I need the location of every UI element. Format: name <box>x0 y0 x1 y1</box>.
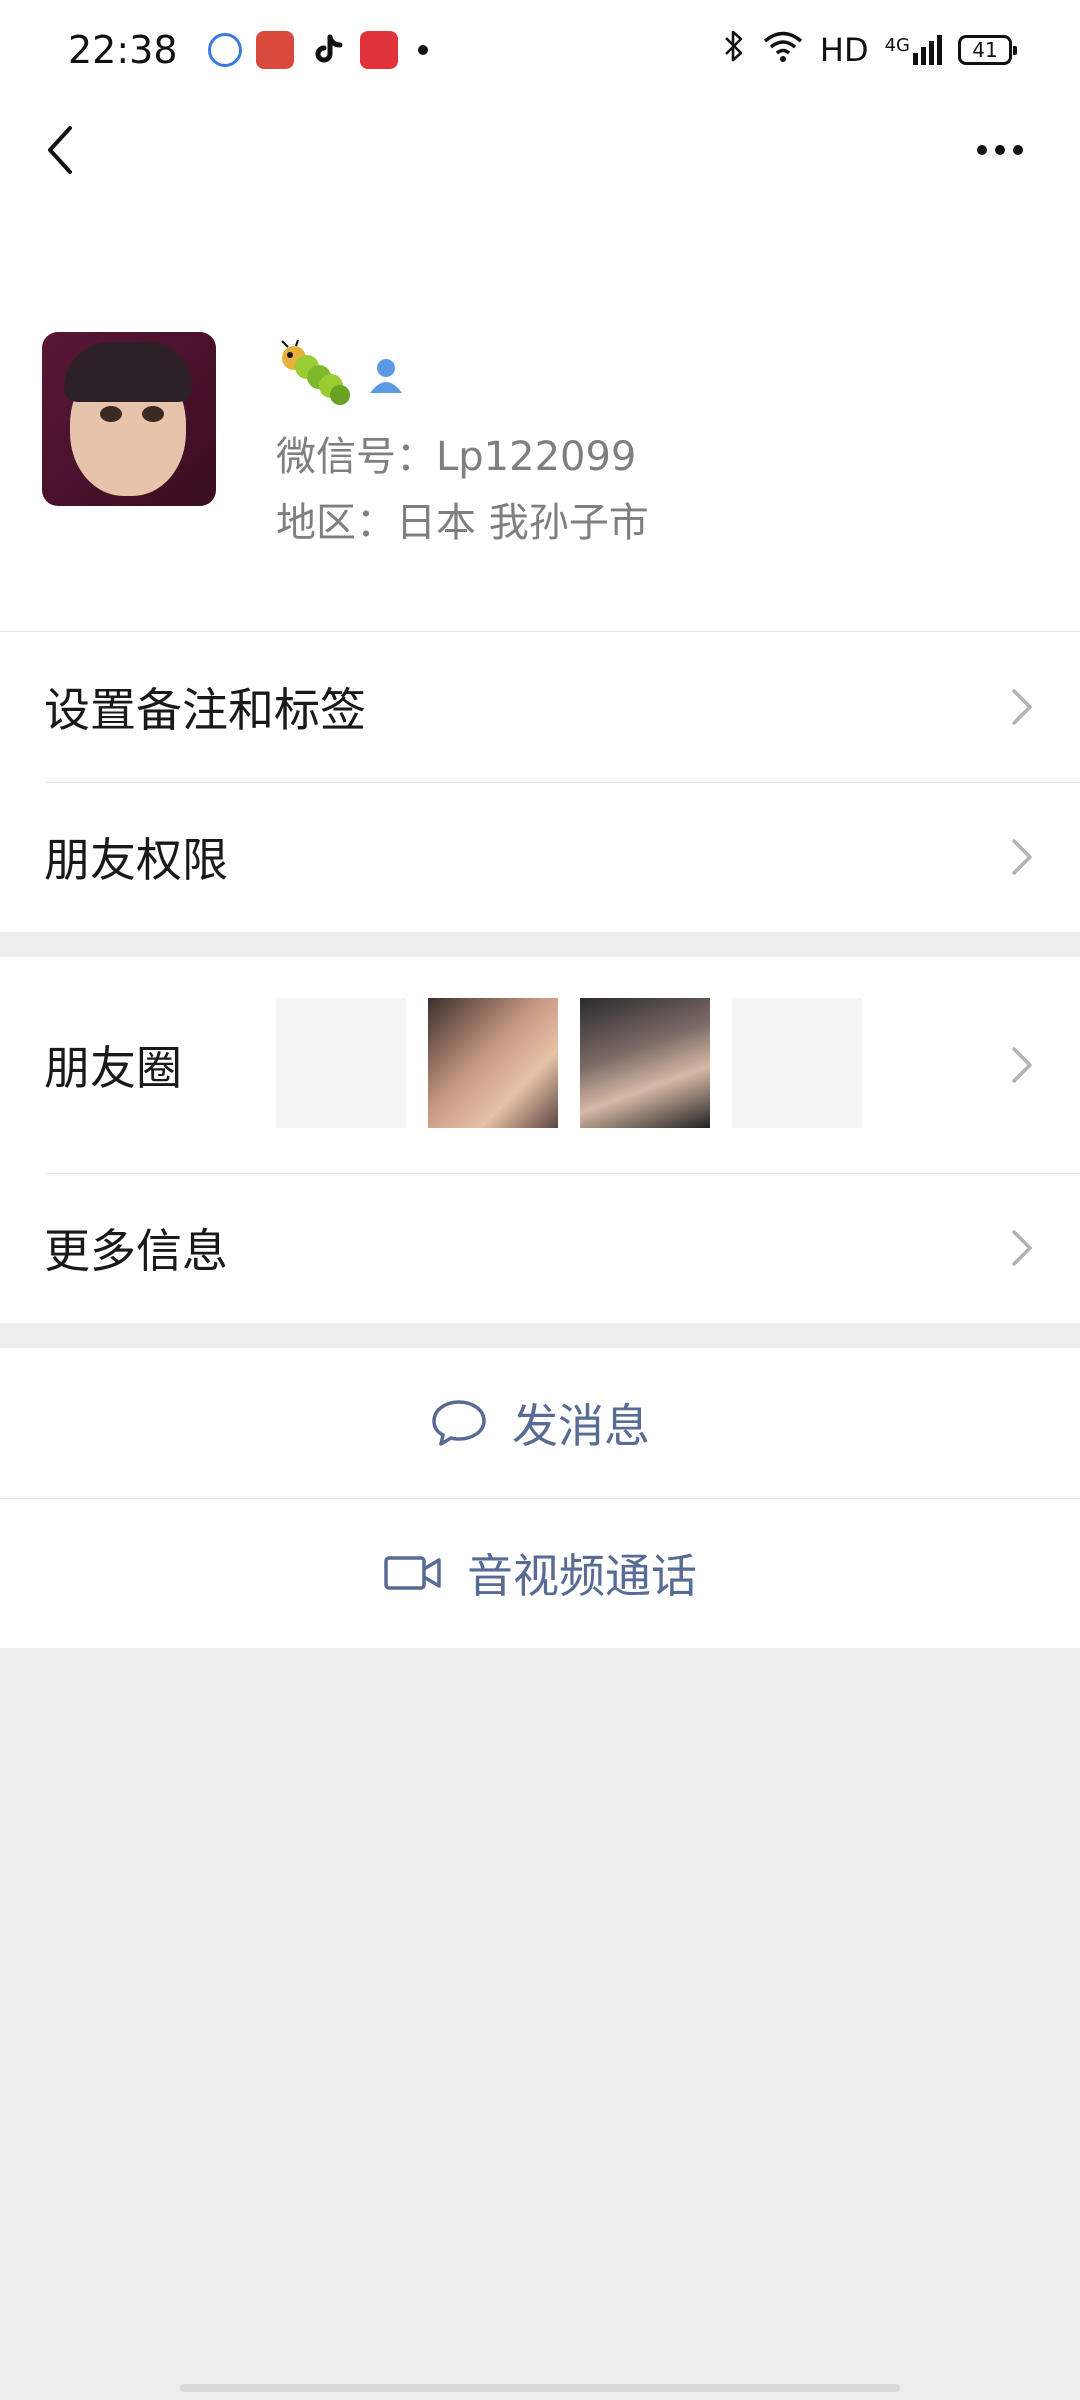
moment-thumbnail <box>580 998 710 1128</box>
more-dots-icon <box>977 145 987 155</box>
tiktok-icon <box>308 31 346 69</box>
cellular-signal-icon: 4G <box>885 35 942 65</box>
battery-icon: 41 <box>958 35 1017 65</box>
status-bar: 22:38 HD 4G 41 <box>0 0 1080 100</box>
moment-thumbnail <box>732 998 862 1128</box>
video-camera-icon <box>384 1556 441 1590</box>
back-button[interactable] <box>28 118 92 182</box>
video-call-label: 音视频通话 <box>467 1549 697 1603</box>
moment-thumbnail <box>276 998 406 1128</box>
system-status-icons: HD 4G 41 <box>722 29 1017 71</box>
app-notification-icon <box>255 31 294 69</box>
chevron-right-icon <box>1012 839 1032 875</box>
chevron-right-icon <box>1012 1230 1032 1266</box>
contact-profile-screen: 22:38 HD 4G 41 微信号：Lp122099 地区：日本 我孙子市 设… <box>0 0 1080 2400</box>
send-message-label: 发消息 <box>512 1399 650 1453</box>
more-dots-icon <box>1013 145 1023 155</box>
navigation-bar <box>0 100 1080 200</box>
moment-thumbnail <box>428 998 558 1128</box>
avatar-hair <box>64 342 192 402</box>
chevron-right-icon <box>1012 1047 1032 1083</box>
more-notifications-dot <box>417 45 428 55</box>
status-time: 22:38 <box>68 28 178 72</box>
profile-header: 微信号：Lp122099 地区：日本 我孙子市 <box>0 200 1080 632</box>
cellular-label: 4G <box>884 35 910 56</box>
moments-label: 朋友圈 <box>44 1041 182 1095</box>
chevron-right-icon <box>1012 689 1032 725</box>
app-notification-icon <box>359 31 398 69</box>
more-options-button[interactable] <box>960 118 1040 182</box>
moments-group: 朋友圈 更多信息 <box>0 957 1080 1323</box>
friend-permissions-label: 朋友权限 <box>44 833 228 887</box>
notification-icons <box>207 31 428 69</box>
actions-group: 发消息 音视频通话 <box>0 1348 1080 1648</box>
video-call-button[interactable]: 音视频通话 <box>0 1498 1080 1648</box>
remarks-tags-item[interactable]: 设置备注和标签 <box>0 632 1080 782</box>
settings-group: 设置备注和标签 朋友权限 <box>0 632 1080 932</box>
avatar[interactable] <box>42 332 216 506</box>
moments-thumbnails <box>276 998 862 1128</box>
avatar-eye <box>142 406 164 422</box>
region: 地区：日本 我孙子市 <box>276 500 649 546</box>
more-info-item[interactable]: 更多信息 <box>0 1173 1080 1323</box>
remarks-tags-label: 设置备注和标签 <box>44 683 366 737</box>
friend-permissions-item[interactable]: 朋友权限 <box>0 782 1080 932</box>
nickname-row <box>276 339 406 410</box>
avatar-eye <box>100 406 122 422</box>
wifi-icon <box>762 29 804 71</box>
contact-badge-icon <box>366 355 406 395</box>
moments-item[interactable]: 朋友圈 <box>0 957 1080 1173</box>
home-indicator[interactable] <box>180 2384 900 2392</box>
caterpillar-icon <box>276 339 352 410</box>
chat-bubble-icon <box>432 1400 486 1446</box>
battery-level: 41 <box>972 38 998 62</box>
app-notification-icon <box>207 33 242 67</box>
network-label: HD <box>819 31 869 69</box>
chevron-left-icon <box>48 126 72 174</box>
bluetooth-icon <box>722 29 746 71</box>
more-info-label: 更多信息 <box>44 1224 228 1278</box>
wechat-id: 微信号：Lp122099 <box>276 434 637 480</box>
more-dots-icon <box>995 145 1005 155</box>
send-message-button[interactable]: 发消息 <box>0 1348 1080 1498</box>
